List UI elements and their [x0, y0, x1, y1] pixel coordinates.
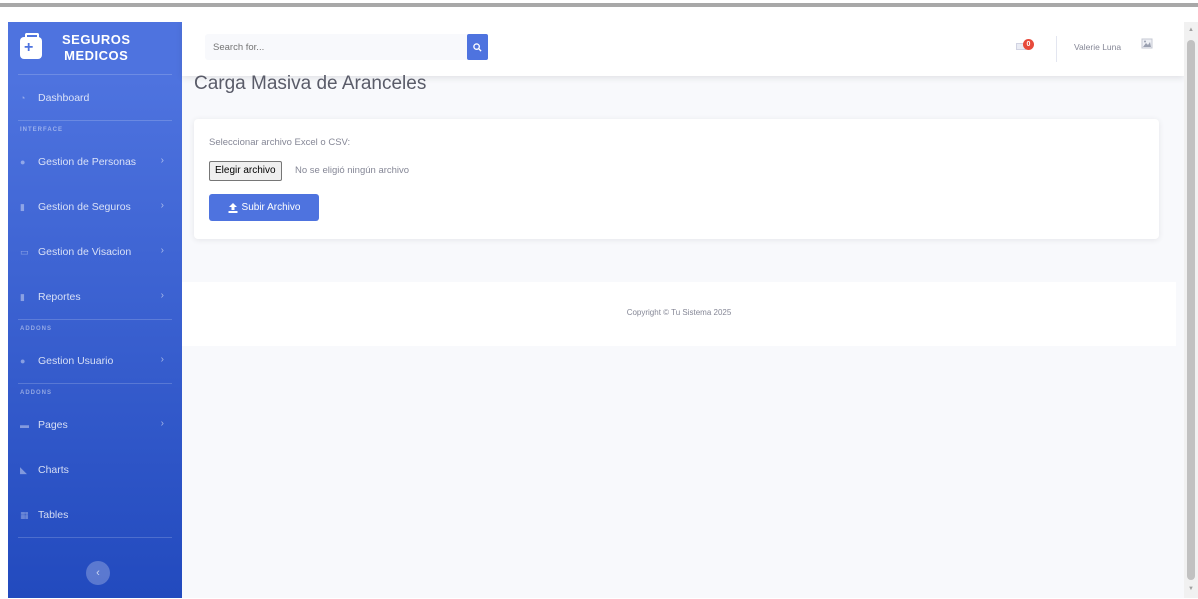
topbar-divider	[1056, 36, 1057, 62]
sidebar-item-label: Gestion de Seguros	[38, 200, 131, 213]
folder-icon: ▬	[20, 419, 29, 430]
search-button[interactable]	[467, 34, 488, 60]
chevron-right-icon: ›	[160, 418, 164, 429]
copyright-text: Copyright © Tu Sistema 2025	[626, 308, 732, 317]
sidebar-item-reportes[interactable]: ▮ Reportes ›	[8, 274, 182, 319]
brand-text: SEGUROS MEDICOS	[62, 32, 131, 64]
chevron-right-icon: ›	[160, 245, 164, 256]
user-name[interactable]: Valerie Luna	[1074, 42, 1121, 52]
file-status-text: No se eligió ningún archivo	[295, 165, 410, 176]
search-input[interactable]	[205, 34, 455, 60]
search-icon	[473, 42, 482, 52]
chevron-right-icon: ›	[160, 155, 164, 166]
footer: Copyright © Tu Sistema 2025	[182, 282, 1176, 346]
chevron-right-icon: ›	[160, 354, 164, 365]
scroll-thumb[interactable]	[1187, 40, 1195, 580]
file-input-label: Seleccionar archivo Excel o CSV:	[209, 137, 351, 148]
search-box	[205, 34, 488, 60]
upload-card: Seleccionar archivo Excel o CSV: Elegir …	[194, 119, 1159, 239]
upload-icon	[228, 202, 238, 213]
alerts-button[interactable]: 0	[1016, 39, 1036, 55]
file-alt-icon: ▮	[20, 291, 25, 302]
sidebar: + SEGUROS MEDICOS ◔ Dashboard INTERFACE …	[8, 22, 182, 598]
file-icon: ▮	[20, 201, 25, 212]
sidebar-item-seguros[interactable]: ▮ Gestion de Seguros ›	[8, 184, 182, 229]
sidebar-item-pages[interactable]: ▬ Pages ›	[8, 402, 182, 447]
car-icon: ▭	[20, 246, 29, 257]
user-icon: ●	[20, 156, 26, 167]
upload-button-label: Subir Archivo	[241, 202, 301, 213]
upload-button[interactable]: Subir Archivo	[209, 194, 319, 221]
brand-line-1: SEGUROS	[62, 32, 131, 47]
alerts-badge: 0	[1023, 39, 1034, 50]
chevron-right-icon: ›	[160, 200, 164, 211]
sidebar-item-tables[interactable]: ▦ Tables	[8, 492, 182, 537]
sidebar-item-label: Pages	[38, 418, 68, 431]
chart-area-icon: ◣	[20, 464, 27, 475]
avatar-broken-image-icon[interactable]	[1140, 36, 1156, 52]
tachometer-icon: ◔	[20, 92, 26, 103]
choose-file-button[interactable]: Elegir archivo	[209, 161, 282, 181]
sidebar-item-label: Charts	[38, 463, 69, 476]
sidebar-divider	[18, 537, 172, 538]
page-scrollbar[interactable]: ▲ ▼	[1184, 22, 1198, 598]
sidebar-item-label: Gestion de Visacion	[38, 245, 132, 258]
sidebar-item-label: Gestion Usuario	[38, 354, 114, 367]
scroll-down-arrow-icon[interactable]: ▼	[1187, 585, 1195, 593]
sidebar-item-dashboard[interactable]: ◔ Dashboard	[8, 75, 182, 120]
scroll-up-arrow-icon[interactable]: ▲	[1187, 26, 1195, 34]
sidebar-item-label: Dashboard	[38, 91, 90, 104]
topbar: 0 Valerie Luna	[182, 22, 1184, 76]
page-title: Carga Masiva de Aranceles	[194, 73, 427, 94]
sidebar-heading-interface: INTERFACE	[20, 127, 64, 133]
sidebar-item-charts[interactable]: ◣ Charts	[8, 447, 182, 492]
chevron-left-icon: ‹	[96, 567, 100, 579]
chevron-right-icon: ›	[160, 290, 164, 301]
sidebar-item-label: Reportes	[38, 290, 81, 303]
sidebar-item-usuario[interactable]: ● Gestion Usuario ›	[8, 338, 182, 383]
brand-line-2: MEDICOS	[64, 48, 129, 63]
brand[interactable]: + SEGUROS MEDICOS	[8, 22, 182, 74]
sidebar-item-personas[interactable]: ● Gestion de Personas ›	[8, 139, 182, 184]
sidebar-item-visacion[interactable]: ▭ Gestion de Visacion ›	[8, 229, 182, 274]
medkit-icon: +	[20, 33, 42, 59]
sidebar-item-label: Tables	[38, 508, 69, 521]
table-icon: ▦	[20, 509, 29, 520]
browser-top-edge	[0, 0, 1198, 7]
user-cog-icon: ●	[20, 355, 26, 366]
sidebar-heading-addons-2: ADDONS	[20, 390, 53, 396]
sidebar-heading-addons: ADDONS	[20, 326, 53, 332]
sidebar-item-label: Gestion de Personas	[38, 155, 137, 168]
sidebar-toggle-button[interactable]: ‹	[86, 561, 110, 585]
